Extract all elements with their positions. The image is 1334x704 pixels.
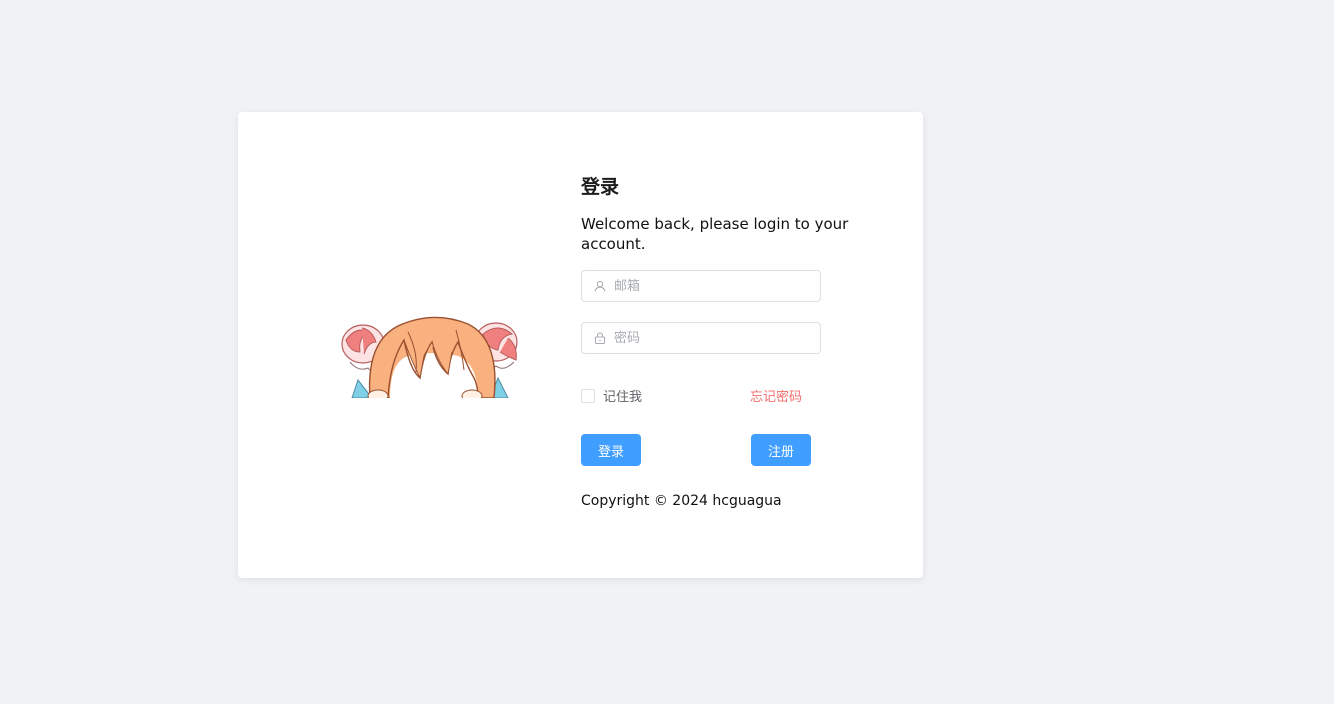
email-input[interactable] <box>614 272 809 300</box>
login-form: 登录 Welcome back, please login to your ac… <box>581 174 861 509</box>
password-input[interactable] <box>614 324 809 352</box>
password-field[interactable] <box>581 322 821 354</box>
remember-me-checkbox[interactable] <box>581 388 595 403</box>
welcome-subtitle: Welcome back, please login to your accou… <box>581 215 849 253</box>
user-icon <box>594 280 606 292</box>
login-card: 登录 Welcome back, please login to your ac… <box>238 112 923 578</box>
anime-girl-image <box>341 316 518 398</box>
remember-me-label: 记住我 <box>603 390 643 405</box>
lock-icon <box>594 332 606 344</box>
forgot-password-link[interactable]: 忘记密码 <box>750 386 802 405</box>
copyright-text: Copyright © 2024 hcguagua <box>581 493 782 509</box>
anime-girl-illustration <box>338 312 528 398</box>
remember-me[interactable]: 记住我 <box>581 386 642 405</box>
email-field[interactable] <box>581 270 821 302</box>
login-title: 登录 <box>581 176 620 198</box>
login-button[interactable]: 登录 <box>581 434 641 466</box>
register-button[interactable]: 注册 <box>751 434 811 466</box>
